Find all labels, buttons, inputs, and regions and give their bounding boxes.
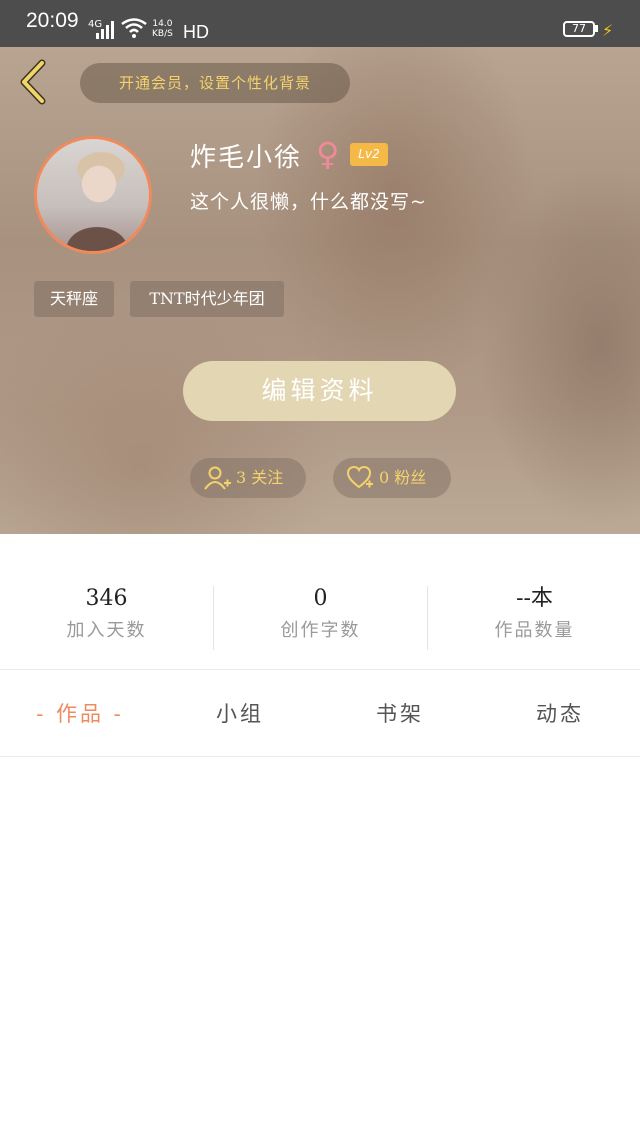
hd-indicator: HD bbox=[183, 22, 209, 42]
stat-label: 创作字数 bbox=[280, 620, 361, 641]
status-time: 20:09 bbox=[26, 9, 79, 32]
level-badge: Lv2 bbox=[350, 143, 388, 166]
status-bar: 20:09 4G 14.0 KB/S HD 77 ⚡ bbox=[0, 0, 640, 47]
stats-row: 346 加入天数 0 创作字数 --本 作品数量 bbox=[0, 582, 640, 654]
tag-fandom[interactable]: TNT时代少年团 bbox=[130, 281, 284, 317]
stat-value: 0 bbox=[313, 586, 328, 611]
battery-icon: 77 bbox=[563, 21, 595, 37]
edit-profile-button[interactable]: 编辑资料 bbox=[183, 361, 456, 421]
divider bbox=[0, 756, 640, 757]
username: 炸毛小徐 bbox=[190, 143, 303, 173]
stat-value: 346 bbox=[85, 586, 128, 611]
avatar[interactable] bbox=[34, 136, 152, 254]
heart-plus-icon bbox=[347, 466, 373, 489]
tab-activity[interactable]: 动态 bbox=[480, 692, 640, 736]
bio: 这个人很懒，什么都没写~ bbox=[190, 191, 427, 213]
charging-icon: ⚡ bbox=[602, 21, 614, 40]
fans-button[interactable]: 0 粉丝 bbox=[333, 458, 451, 498]
tab-works[interactable]: - 作品 - bbox=[0, 692, 160, 736]
stat-label: 加入天数 bbox=[66, 620, 147, 641]
fans-label: 0 粉丝 bbox=[379, 468, 427, 487]
signal-icon bbox=[96, 21, 114, 39]
battery-level: 77 bbox=[572, 22, 586, 35]
following-button[interactable]: 3 关注 bbox=[190, 458, 306, 498]
following-label: 3 关注 bbox=[236, 468, 284, 487]
speed-unit: KB/S bbox=[152, 29, 173, 39]
battery-tip bbox=[595, 25, 598, 32]
tab-bookshelf[interactable]: 书架 bbox=[320, 692, 480, 736]
divider bbox=[0, 669, 640, 670]
tab-groups[interactable]: 小组 bbox=[160, 692, 320, 736]
stat-value: --本 bbox=[516, 586, 553, 611]
speed-value: 14.0 bbox=[152, 19, 173, 29]
profile-header: 开通会员，设置个性化背景 炸毛小徐 ♀ Lv2 这个人很懒，什么都没写~ 天秤座… bbox=[0, 47, 640, 534]
network-speed: 14.0 KB/S bbox=[152, 19, 173, 39]
tag-zodiac[interactable]: 天秤座 bbox=[34, 281, 114, 317]
profile-tabs: - 作品 - 小组 书架 动态 bbox=[0, 692, 640, 736]
back-icon[interactable] bbox=[14, 59, 54, 105]
add-user-icon bbox=[204, 466, 231, 490]
wifi-icon bbox=[121, 18, 147, 38]
stat-label: 作品数量 bbox=[494, 620, 575, 641]
vip-background-button[interactable]: 开通会员，设置个性化背景 bbox=[80, 63, 350, 103]
stat-join-days: 346 加入天数 bbox=[0, 582, 213, 650]
female-icon: ♀ bbox=[316, 135, 340, 173]
stat-word-count: 0 创作字数 bbox=[214, 582, 427, 650]
stat-works-count: --本 作品数量 bbox=[428, 582, 640, 650]
